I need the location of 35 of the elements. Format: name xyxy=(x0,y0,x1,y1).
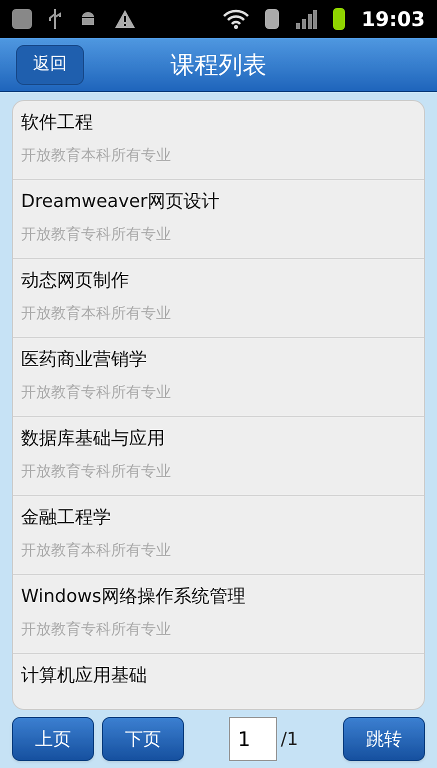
warning-icon xyxy=(114,9,136,29)
course-item[interactable]: 金融工程学 开放教育本科所有专业 xyxy=(13,496,424,575)
clock: 19:03 xyxy=(361,6,425,33)
usb-icon xyxy=(48,8,62,30)
next-page-button[interactable]: 下页 xyxy=(102,717,184,761)
course-title: 计算机应用基础 xyxy=(21,664,148,688)
course-item[interactable]: 数据库基础与应用 开放教育专科所有专业 xyxy=(13,417,424,496)
course-title: 软件工程 xyxy=(21,111,94,135)
battery-icon xyxy=(333,8,346,30)
course-title: 医药商业营销学 xyxy=(21,348,148,372)
course-item[interactable]: 软件工程 开放教育本科所有专业 xyxy=(13,101,424,180)
course-item[interactable]: 动态网页制作 开放教育本科所有专业 xyxy=(13,259,424,338)
wifi-icon xyxy=(223,9,250,29)
course-subtitle: 开放教育专科所有专业 xyxy=(21,224,172,245)
course-title: 金融工程学 xyxy=(21,506,112,530)
course-subtitle: 开放教育专科所有专业 xyxy=(21,461,172,482)
course-title: Dreamweaver网页设计 xyxy=(21,190,220,214)
page-number-field[interactable]: 1 xyxy=(228,717,277,761)
page-total: /1 xyxy=(280,728,298,752)
page-title: 课程列表 xyxy=(170,50,266,80)
course-subtitle: 开放教育专科所有专业 xyxy=(21,382,172,403)
course-item[interactable]: Dreamweaver网页设计 开放教育专科所有专业 xyxy=(13,180,424,259)
signal-icon xyxy=(295,9,318,29)
course-item[interactable]: 医药商业营销学 开放教育专科所有专业 xyxy=(13,338,424,417)
course-title: 动态网页制作 xyxy=(21,269,130,293)
course-subtitle: 开放教育本科所有专业 xyxy=(21,145,172,166)
course-subtitle: 开放教育专科所有专业 xyxy=(21,619,172,640)
jump-button[interactable]: 跳转 xyxy=(343,717,425,761)
course-subtitle: 开放教育本科所有专业 xyxy=(21,540,172,561)
course-item[interactable]: Windows网络操作系统管理 开放教育专科所有专业 xyxy=(13,575,424,654)
previous-page-button[interactable]: 上页 xyxy=(12,717,94,761)
course-title: 数据库基础与应用 xyxy=(21,427,166,451)
back-button[interactable]: 返回 xyxy=(16,44,84,84)
course-title: Windows网络操作系统管理 xyxy=(21,585,246,609)
course-subtitle: 开放教育本科所有专业 xyxy=(21,303,172,324)
